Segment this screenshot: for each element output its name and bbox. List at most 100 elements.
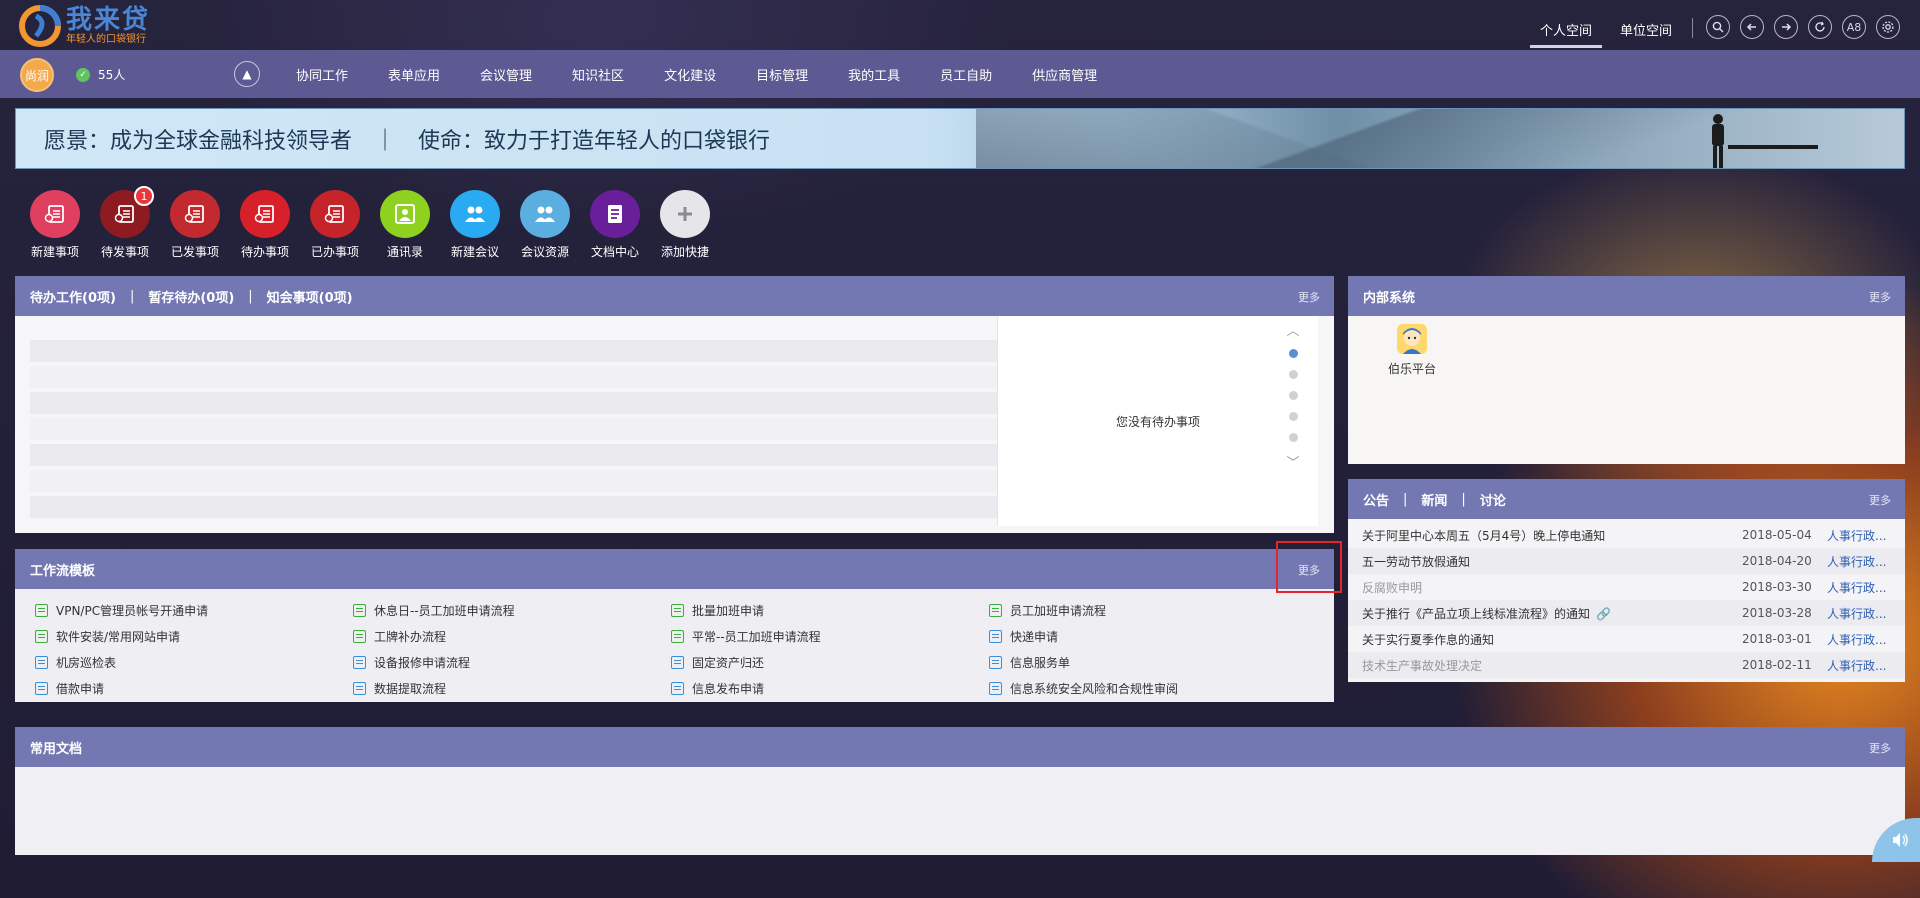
todo-pager: ︿ ﹀	[1281, 316, 1305, 526]
nav-toggle-icon[interactable]: ▲	[234, 61, 260, 87]
internal-more-link[interactable]: 更多	[1869, 289, 1891, 305]
settings-icon[interactable]	[1876, 15, 1900, 39]
quick-link-label: 会议资源	[520, 245, 569, 259]
tab-notify-items[interactable]: 知会事项(0项)	[267, 287, 353, 306]
workflow-item[interactable]: 固定资产归还	[671, 649, 989, 675]
notice-author[interactable]: 人事行政...	[1827, 605, 1886, 622]
notice-title[interactable]: 技术生产事故处理决定	[1362, 657, 1742, 674]
bole-platform-icon	[1397, 324, 1427, 354]
logo-subtitle: 年轻人的口袋银行	[66, 34, 146, 45]
tab-pending-work[interactable]: 待办工作(0项)	[30, 287, 116, 306]
workflow-item[interactable]: 数据提取流程	[353, 675, 671, 701]
nav-item-culture[interactable]: 文化建设	[664, 65, 716, 84]
notice-row[interactable]: 技术生产事故处理决定 2018-02-11 人事行政...	[1348, 652, 1905, 678]
nav-item-knowledge[interactable]: 知识社区	[572, 65, 624, 84]
workflow-item[interactable]: VPN/PC管理员帐号开通申请	[35, 597, 353, 623]
logo[interactable]: 我来贷 年轻人的口袋银行	[18, 4, 150, 48]
nav-item-meetings[interactable]: 会议管理	[480, 65, 532, 84]
notice-row[interactable]: 反腐败申明 2018-03-30 人事行政...	[1348, 574, 1905, 600]
contact-icon	[380, 190, 430, 238]
chevron-up-icon[interactable]: ︿	[1286, 320, 1299, 339]
notice-author[interactable]: 人事行政...	[1827, 657, 1886, 674]
workflow-item[interactable]: 软件安装/常用网站申请	[35, 623, 353, 649]
workflow-item[interactable]: 信息系统安全风险和合规性审阅	[989, 675, 1307, 701]
chevron-down-icon[interactable]: ﹀	[1286, 452, 1299, 471]
notice-title[interactable]: 五一劳动节放假通知	[1362, 553, 1742, 570]
form-flow-icon	[353, 603, 366, 617]
tab-saved-drafts[interactable]: 暂存待办(0项)	[148, 287, 234, 306]
workflow-item[interactable]: 设备报修申请流程	[353, 649, 671, 675]
notice-title[interactable]: 反腐败申明	[1362, 579, 1742, 596]
quick-link-meeting-resources[interactable]: 会议资源	[510, 190, 580, 260]
notice-author[interactable]: 人事行政...	[1827, 631, 1886, 648]
docs-panel-header: 常用文档 更多	[15, 727, 1905, 767]
workflow-item[interactable]: 平常--员工加班申请流程	[671, 623, 989, 649]
workflow-item[interactable]: 快递申请	[989, 623, 1307, 649]
tab-unit-space[interactable]: 单位空间	[1610, 20, 1682, 48]
quick-link-add-shortcut[interactable]: 添加快捷	[650, 190, 720, 260]
placeholder-row	[30, 470, 1010, 492]
back-icon[interactable]	[1740, 15, 1764, 39]
online-status[interactable]: ✓ 55人	[76, 66, 125, 83]
nav-item-tools[interactable]: 我的工具	[848, 65, 900, 84]
nav-item-collaboration[interactable]: 协同工作	[296, 65, 348, 84]
todo-more-link[interactable]: 更多	[1298, 289, 1320, 305]
nav-item-suppliers[interactable]: 供应商管理	[1032, 65, 1097, 84]
quick-link-sent-items[interactable]: 已发事项	[160, 190, 230, 260]
quick-link-new-item[interactable]: 新建事项	[20, 190, 90, 260]
tab-personal-space[interactable]: 个人空间	[1530, 20, 1603, 48]
nav-item-forms[interactable]: 表单应用	[388, 65, 440, 84]
quick-link-done-items[interactable]: 已办事项	[300, 190, 370, 260]
doc-icon	[170, 190, 220, 238]
tab-news[interactable]: 新闻	[1421, 490, 1447, 509]
system-item-bole[interactable]: 伯乐平台	[1388, 324, 1436, 377]
workflow-item[interactable]: 休息日--员工加班申请流程	[353, 597, 671, 623]
form-list-icon	[35, 655, 48, 669]
docs-more-link[interactable]: 更多	[1869, 740, 1891, 756]
notice-more-link[interactable]: 更多	[1869, 492, 1891, 508]
pager-dot[interactable]	[1288, 433, 1298, 442]
notice-author[interactable]: 人事行政...	[1827, 579, 1886, 596]
notice-row[interactable]: 五一劳动节放假通知 2018-04-20 人事行政...	[1348, 548, 1905, 574]
workflow-item[interactable]: 信息发布申请	[671, 675, 989, 701]
pager-dot[interactable]	[1288, 370, 1298, 379]
quick-link-todo-items[interactable]: 待办事项	[230, 190, 300, 260]
workflow-item[interactable]: 工牌补办流程	[353, 623, 671, 649]
nav-item-self-service[interactable]: 员工自助	[940, 65, 992, 84]
placeholder-row	[30, 496, 1010, 518]
pager-dot[interactable]	[1288, 412, 1298, 421]
notice-author[interactable]: 人事行政...	[1827, 527, 1886, 544]
quick-link-pending-send[interactable]: 1 待发事项	[90, 186, 160, 260]
refresh-icon[interactable]	[1808, 15, 1832, 39]
placeholder-row	[30, 392, 1010, 414]
system-label: 伯乐平台	[1388, 362, 1437, 376]
tab-announcements[interactable]: 公告	[1363, 490, 1389, 509]
quick-link-doc-center[interactable]: 文档中心	[580, 190, 650, 260]
nav-item-goals[interactable]: 目标管理	[756, 65, 808, 84]
notice-row[interactable]: 关于实行夏季作息的通知 2018-03-01 人事行政...	[1348, 626, 1905, 652]
notice-author[interactable]: 人事行政...	[1827, 553, 1886, 570]
workflow-item-label: 工牌补办流程	[374, 629, 447, 644]
quick-link-contacts[interactable]: 通讯录	[370, 190, 440, 260]
workflow-item[interactable]: 员工加班申请流程	[989, 597, 1307, 623]
tab-discussion[interactable]: 讨论	[1480, 490, 1506, 509]
quick-link-new-meeting[interactable]: 新建会议	[440, 190, 510, 260]
notice-row[interactable]: 关于阿里中心本周五（5月4号）晚上停电通知 2018-05-04 人事行政...	[1348, 522, 1905, 548]
banner-bench-image	[1728, 145, 1818, 149]
notice-title[interactable]: 关于实行夏季作息的通知	[1362, 631, 1742, 648]
workflow-item[interactable]: 批量加班申请	[671, 597, 989, 623]
a8-icon[interactable]: A8	[1842, 15, 1866, 39]
pager-dot[interactable]	[1288, 349, 1298, 358]
notice-row[interactable]: 关于推行《产品立项上线标准流程》的通知 🔗 2018-03-28 人事行政...	[1348, 600, 1905, 626]
workflow-item[interactable]: 借款申请	[35, 675, 353, 701]
search-icon[interactable]	[1706, 15, 1730, 39]
workflow-item-label: 数据提取流程	[374, 681, 447, 696]
notice-panel: 公告 | 新闻 | 讨论 更多 关于阿里中心本周五（5月4号）晚上停电通知 201…	[1348, 479, 1905, 682]
avatar[interactable]: 尚润	[20, 58, 54, 92]
forward-icon[interactable]	[1774, 15, 1798, 39]
workflow-item[interactable]: 机房巡检表	[35, 649, 353, 675]
notice-title[interactable]: 关于推行《产品立项上线标准流程》的通知 🔗	[1362, 605, 1742, 622]
pager-dot[interactable]	[1288, 391, 1298, 400]
workflow-item[interactable]: 信息服务单	[989, 649, 1307, 675]
notice-title[interactable]: 关于阿里中心本周五（5月4号）晚上停电通知	[1362, 527, 1742, 544]
